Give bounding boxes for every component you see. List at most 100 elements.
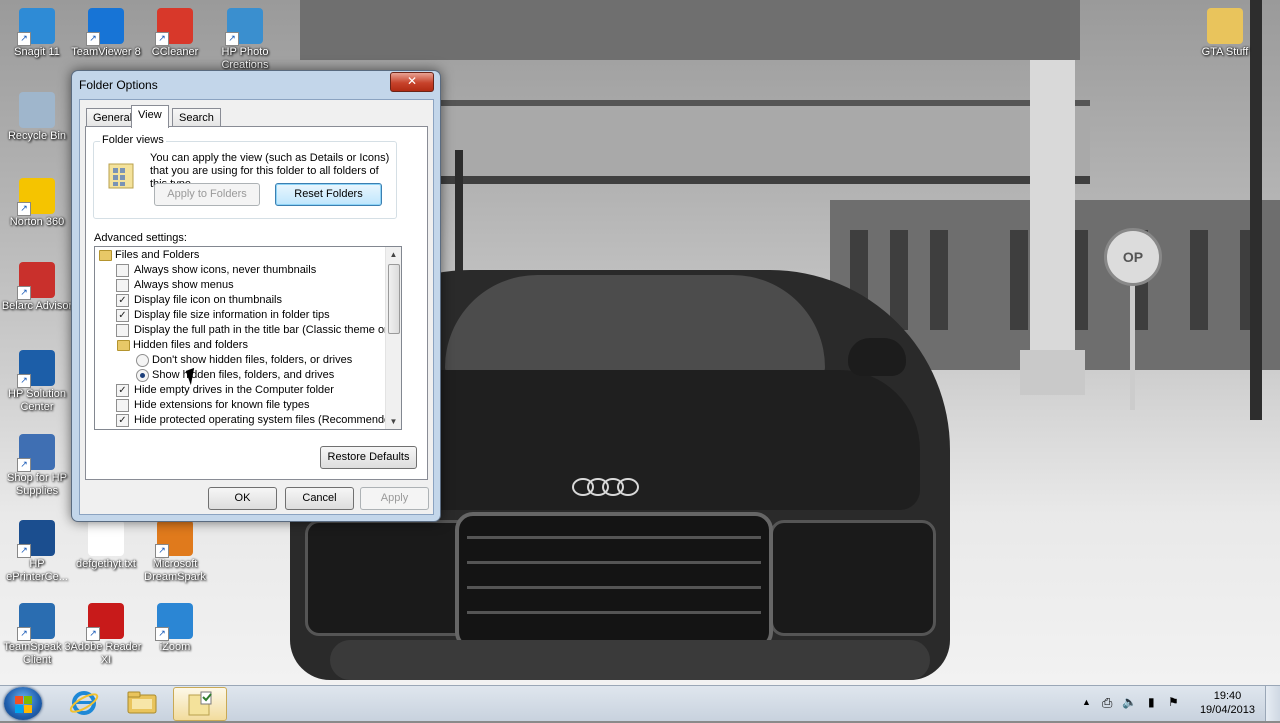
folder-options-icon — [188, 691, 212, 716]
desktop-icon[interactable]: ↗ Shop for HP Supplies — [0, 434, 74, 498]
close-button[interactable]: ✕ — [390, 72, 434, 92]
tab-search[interactable]: Search — [172, 108, 221, 127]
desktop-icon[interactable]: GTA Stuff — [1188, 8, 1262, 59]
taskbar-folder-options[interactable] — [173, 687, 227, 721]
apply-to-folders-button[interactable]: Apply to Folders — [154, 183, 260, 206]
checkbox-checked[interactable]: ✓ — [116, 309, 129, 322]
desktop-icon[interactable]: Recycle Bin — [0, 92, 74, 143]
dreamspark-icon: ↗ — [155, 520, 193, 558]
shortcut-arrow-icon: ↗ — [17, 627, 31, 641]
clock-date: 19/04/2013 — [1199, 704, 1255, 716]
checkbox-unchecked[interactable] — [116, 279, 129, 292]
windows-logo-icon — [24, 696, 32, 704]
tab-view[interactable]: View — [131, 105, 169, 128]
taskbar-file-explorer[interactable] — [116, 687, 168, 719]
setting-row[interactable]: Always show menus — [95, 278, 385, 293]
desktop-icon[interactable]: defgethyt.txt — [69, 520, 143, 571]
hp-supplies-icon: ↗ — [17, 434, 55, 472]
signal-icon[interactable]: ▮ — [1148, 695, 1155, 709]
setting-label: Always show menus — [134, 279, 234, 291]
show-desktop-button[interactable] — [1265, 686, 1280, 721]
desktop-icon[interactable]: ↗ Adobe Reader XI — [69, 603, 143, 667]
reset-folders-button[interactable]: Reset Folders — [275, 183, 382, 206]
desktop-icon[interactable]: ↗ iZoom — [138, 603, 212, 654]
scroll-down-arrow-icon[interactable]: ▼ — [386, 414, 401, 429]
advanced-settings-list[interactable]: Files and Folders Always show icons, neve… — [94, 246, 402, 430]
shortcut-arrow-icon: ↗ — [155, 627, 169, 641]
folder-icon — [99, 250, 112, 261]
setting-row[interactable]: ✓ Hide protected operating system files (… — [95, 413, 400, 428]
setting-label: Always show icons, never thumbnails — [134, 264, 317, 276]
radio-unselected[interactable] — [136, 354, 149, 367]
cancel-button[interactable]: Cancel — [285, 487, 354, 510]
shortcut-arrow-icon: ↗ — [225, 32, 239, 46]
start-button[interactable] — [4, 687, 42, 720]
close-icon: ✕ — [406, 74, 418, 88]
dialog-titlebar[interactable]: Folder Options ✕ — [72, 71, 440, 99]
desktop-icon[interactable]: ↗ HP Solution Center — [0, 350, 74, 414]
desktop-icon-label: Shop for HP Supplies — [7, 472, 67, 497]
wallpaper-car-windshield — [445, 275, 825, 375]
hp-photo-creations-icon: ↗ — [225, 8, 263, 46]
checkbox-unchecked[interactable] — [116, 264, 129, 277]
shortcut-arrow-icon: ↗ — [17, 202, 31, 216]
ok-button[interactable]: OK — [208, 487, 277, 510]
desktop-icon-label: Belarc Advisor — [1, 300, 73, 312]
volume-icon[interactable]: 🔈 — [1122, 695, 1137, 709]
setting-row[interactable]: ✓ Hide empty drives in the Computer folde… — [95, 383, 385, 398]
wallpaper-stop-sign: OP — [1104, 228, 1162, 286]
shortcut-arrow-icon: ↗ — [17, 458, 31, 472]
desktop-icon-label: Adobe Reader XI — [70, 641, 142, 666]
setting-row[interactable]: ✓ Display file icon on thumbnails — [95, 293, 385, 308]
settings-scrollbar[interactable]: ▲ ▼ — [385, 247, 401, 429]
desktop-icon[interactable]: ↗ Snagit 11 — [0, 8, 74, 59]
setting-row[interactable]: Files and Folders — [95, 248, 385, 263]
setting-label: Hide empty drives in the Computer folder — [134, 384, 334, 396]
checkbox-unchecked[interactable] — [116, 399, 129, 412]
desktop-icon[interactable]: ↗ HP Photo Creations — [208, 8, 282, 72]
ccleaner-icon: ↗ — [155, 8, 193, 46]
taskbar-internet-explorer[interactable] — [58, 687, 110, 719]
setting-row[interactable]: Always show icons, never thumbnails — [95, 263, 385, 278]
shortcut-arrow-icon: ↗ — [86, 32, 100, 46]
taskbar-clock[interactable]: 19:40 19/04/2013 — [1200, 689, 1255, 717]
checkbox-checked[interactable]: ✓ — [116, 414, 129, 427]
network-device-icon[interactable]: ⎙ — [1102, 695, 1112, 711]
restore-defaults-button[interactable]: Restore Defaults — [320, 446, 417, 469]
checkbox-unchecked[interactable] — [116, 324, 129, 337]
hp-solution-center-icon: ↗ — [17, 350, 55, 388]
desktop-icon[interactable]: ↗ Microsoft DreamSpark — [138, 520, 212, 584]
setting-label: Display the full path in the title bar (… — [134, 324, 402, 336]
show-hidden-icons-chevron[interactable]: ▲ — [1082, 697, 1091, 707]
dialog-title: Folder Options — [79, 78, 158, 92]
snagit-icon: ↗ — [17, 8, 55, 46]
setting-row[interactable]: Hidden files and folders — [95, 338, 385, 353]
taskbar: ▲ ⎙ 🔈 ▮ ⚑ 19:40 19/04/2013 — [0, 685, 1280, 721]
shortcut-arrow-icon: ↗ — [86, 627, 100, 641]
advanced-settings-label: Advanced settings: — [94, 232, 187, 244]
scrollbar-thumb[interactable] — [388, 264, 400, 334]
action-center-flag-icon[interactable]: ⚑ — [1168, 695, 1179, 709]
radio-selected[interactable] — [136, 369, 149, 382]
desktop-icon[interactable]: ↗ TeamSpeak 3 Client — [0, 603, 74, 667]
desktop-icon[interactable]: ↗ Norton 360 — [0, 178, 74, 229]
view-tab-panel: Folder views You can apply the view (suc… — [85, 126, 428, 480]
desktop-icon[interactable]: ↗ CCleaner — [138, 8, 212, 59]
setting-row[interactable]: Display the full path in the title bar (… — [95, 323, 401, 338]
folder-icon — [117, 340, 130, 351]
setting-label: Don't show hidden files, folders, or dri… — [152, 354, 353, 366]
wallpaper-tree — [1250, 0, 1262, 420]
apply-button[interactable]: Apply — [360, 487, 429, 510]
setting-row[interactable]: Don't show hidden files, folders, or dri… — [95, 353, 385, 368]
setting-row[interactable]: Show hidden files, folders, and drives — [95, 368, 385, 383]
setting-row[interactable]: ✓ Display file size information in folder… — [95, 308, 385, 323]
desktop-icon[interactable]: ↗ TeamViewer 8 — [69, 8, 143, 59]
checkbox-checked[interactable]: ✓ — [116, 384, 129, 397]
desktop-icon[interactable]: ↗ Belarc Advisor — [0, 262, 74, 313]
desktop-icon[interactable]: ↗ HP ePrinterCe... — [0, 520, 74, 584]
scroll-up-arrow-icon[interactable]: ▲ — [386, 247, 401, 262]
setting-row[interactable]: Hide extensions for known file types — [95, 398, 385, 413]
shortcut-arrow-icon: ↗ — [17, 32, 31, 46]
wallpaper-car-logo — [572, 478, 652, 498]
checkbox-checked[interactable]: ✓ — [116, 294, 129, 307]
